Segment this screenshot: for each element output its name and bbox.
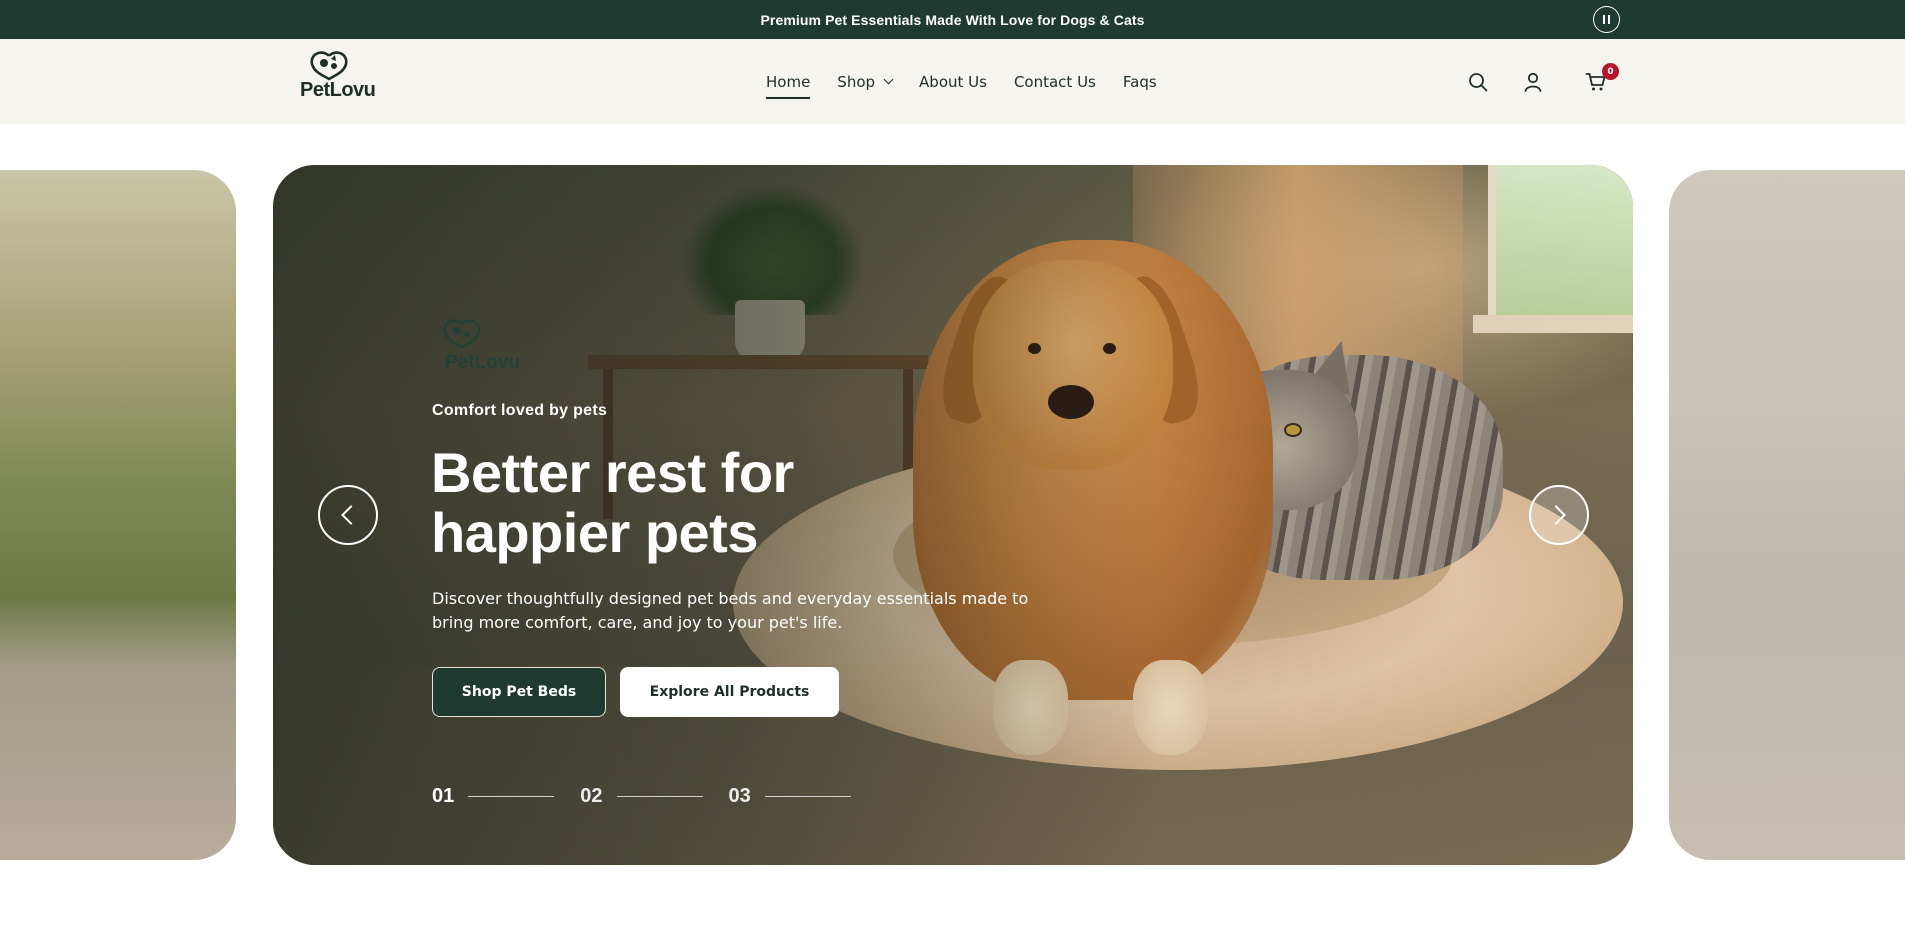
pager-number: 03: [728, 785, 751, 807]
brand-name[interactable]: PetLovu: [300, 79, 376, 102]
pager-number: 02: [580, 785, 603, 807]
next-slide-peek[interactable]: [1669, 170, 1905, 860]
chevron-left-icon: [341, 505, 361, 525]
nav-item-about[interactable]: About Us: [919, 73, 987, 91]
pause-icon: [1603, 15, 1605, 24]
pause-icon-bar: [1608, 15, 1610, 24]
nav-item-home[interactable]: Home: [766, 73, 811, 99]
pause-button[interactable]: [1593, 6, 1620, 33]
user-icon[interactable]: [1522, 71, 1544, 93]
nav-item-contact[interactable]: Contact Us: [1014, 73, 1096, 91]
announcement-bar: Premium Pet Essentials Made With Love fo…: [0, 0, 1905, 39]
shop-pet-beds-button[interactable]: Shop Pet Beds: [432, 667, 606, 717]
hero-slide: PetLovu Comfort loved by pets Better res…: [273, 165, 1633, 865]
hero-headline: Better rest for happier pets: [431, 441, 794, 564]
next-slide-button[interactable]: [1529, 485, 1589, 545]
site-header: PetLovu Home Shop About Us Contact Us Fa…: [0, 39, 1905, 124]
cart-count-badge: 0: [1602, 63, 1619, 80]
nav-item-shop[interactable]: Shop: [837, 72, 894, 91]
explore-all-products-button[interactable]: Explore All Products: [620, 667, 839, 717]
pager-number: 01: [432, 785, 455, 807]
previous-slide-button[interactable]: [318, 485, 378, 545]
pager-item-2[interactable]: 02: [580, 785, 703, 808]
nav-item-shop-label: Shop: [837, 72, 876, 91]
chevron-down-icon: [883, 74, 894, 85]
pager-item-3[interactable]: 03: [729, 785, 851, 808]
nav-item-faqs[interactable]: Faqs: [1123, 73, 1157, 91]
slide-logo-text: PetLovu: [445, 352, 520, 373]
pager-item-1[interactable]: 01: [432, 785, 555, 808]
announcement-text: Premium Pet Essentials Made With Love fo…: [760, 11, 1145, 28]
pager-line: [468, 796, 555, 797]
chevron-right-icon: [1546, 505, 1566, 525]
previous-slide-peek[interactable]: [0, 170, 236, 860]
pager-line: [764, 796, 851, 797]
search-icon[interactable]: [1467, 71, 1489, 93]
hero-eyebrow: Comfort loved by pets: [432, 402, 608, 419]
main-nav: Home Shop About Us Contact Us Faqs: [766, 39, 1184, 124]
slide-pager: 01 02 03: [432, 785, 877, 808]
pager-line: [616, 796, 703, 797]
hero-description: Discover thoughtfully designed pet beds …: [432, 589, 1029, 632]
